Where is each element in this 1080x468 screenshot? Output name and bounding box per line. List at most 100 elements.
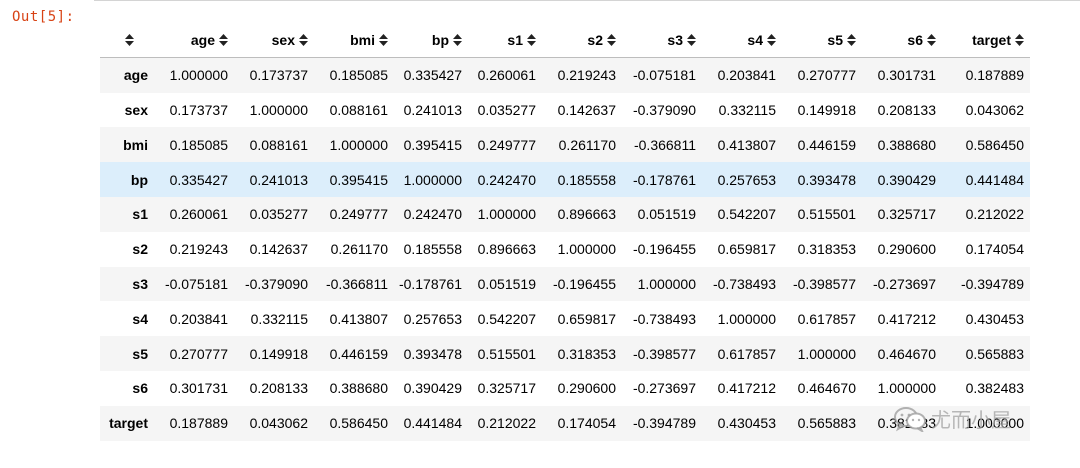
table-cell: -0.366811 <box>633 136 696 153</box>
sort-icon[interactable] <box>219 34 228 47</box>
table-cell: 1.000000 <box>877 380 936 397</box>
table-cell: 0.390429 <box>403 380 462 397</box>
table-row-bp[interactable]: bp 0.335427 0.241013 0.395415 1.000000 0.2424… <box>100 162 1030 197</box>
table-cell: 0.185558 <box>557 171 616 188</box>
table-cell: 0.185085 <box>329 67 388 84</box>
column-header-label: bmi <box>350 32 375 49</box>
table-cell: 0.185085 <box>169 136 228 153</box>
sort-icon[interactable] <box>607 34 616 47</box>
table-cell: 0.413807 <box>329 310 388 327</box>
table-cell: 0.260061 <box>169 206 228 223</box>
sort-icon[interactable] <box>299 34 308 47</box>
table-cell: 0.332115 <box>718 101 776 118</box>
table-cell: 0.290600 <box>557 380 616 397</box>
sort-icon[interactable] <box>453 34 462 47</box>
table-row-target[interactable]: target 0.187889 0.043062 0.586450 0.441484 0.… <box>100 405 1030 441</box>
table-cell: 0.173737 <box>249 67 308 84</box>
table-cell: 0.261170 <box>330 241 388 258</box>
table-cell: 0.395415 <box>403 136 462 153</box>
column-header-label: s2 <box>587 32 603 49</box>
column-header-s4[interactable]: s4 <box>702 23 782 59</box>
table-cell: 0.586450 <box>965 136 1024 153</box>
sort-icon[interactable] <box>927 34 936 47</box>
row-label: s6 <box>132 380 148 397</box>
table-cell: 0.187889 <box>965 67 1024 84</box>
table-cell: 0.149918 <box>249 345 308 362</box>
column-header-label: s4 <box>747 32 763 49</box>
table-cell: 0.446159 <box>329 345 388 362</box>
table-cell: 0.617857 <box>717 345 776 362</box>
table-cell: 0.290600 <box>877 241 936 258</box>
table-cell: 1.000000 <box>329 136 388 153</box>
table-cell: 0.249777 <box>329 206 388 223</box>
table-row-s4[interactable]: s4 0.203841 0.332115 0.413807 0.257653 0.5422… <box>100 301 1030 337</box>
row-label: age <box>123 67 148 84</box>
table-cell: 0.149918 <box>797 101 856 118</box>
table-cell: 0.257653 <box>403 310 462 327</box>
table-cell: 0.212022 <box>477 415 536 432</box>
table-cell: 0.043062 <box>249 415 308 432</box>
table-row-bmi[interactable]: bmi 0.185085 0.088161 1.000000 0.395415 0.249… <box>100 127 1030 163</box>
table-cell: 0.417212 <box>717 380 776 397</box>
table-cell: 0.174054 <box>965 241 1024 258</box>
table-cell: 0.464670 <box>797 380 856 397</box>
table-cell: 0.174054 <box>557 415 616 432</box>
table-cell: -0.075181 <box>632 67 696 84</box>
table-cell: -0.738493 <box>632 310 696 327</box>
table-cell: 0.318353 <box>557 345 616 362</box>
sort-icon[interactable] <box>767 34 776 47</box>
table-row-s1[interactable]: s1 0.260061 0.035277 0.249777 0.242470 1.0000… <box>100 196 1030 232</box>
sort-icon[interactable] <box>124 34 134 47</box>
table-cell: -0.398577 <box>792 275 856 292</box>
sort-icon[interactable] <box>379 34 388 47</box>
column-header-bp[interactable]: bp <box>394 23 468 59</box>
table-cell: 0.208133 <box>249 380 308 397</box>
row-label: bmi <box>123 136 148 153</box>
sort-icon[interactable] <box>687 34 696 47</box>
table-cell: 1.000000 <box>403 171 462 188</box>
table-row-s2[interactable]: s2 0.219243 0.142637 0.261170 0.185558 0.8966… <box>100 231 1030 267</box>
table-cell: 0.617857 <box>797 310 856 327</box>
column-header-s6[interactable]: s6 <box>862 23 942 59</box>
sort-icon[interactable] <box>527 34 536 47</box>
table-cell: 0.430453 <box>965 310 1024 327</box>
table-row-s5[interactable]: s5 0.270777 0.149918 0.446159 0.393478 0.5155… <box>100 336 1030 371</box>
column-header-s1[interactable]: s1 <box>468 23 542 59</box>
table-cell: 1.000000 <box>557 241 616 258</box>
sort-icon[interactable] <box>847 34 856 47</box>
column-header-bmi[interactable]: bmi <box>314 23 394 59</box>
table-row-sex[interactable]: sex 0.173737 1.000000 0.088161 0.241013 0.035… <box>100 92 1030 128</box>
table-cell: -0.398577 <box>632 345 696 362</box>
column-header-s5[interactable]: s5 <box>782 23 862 59</box>
row-label: s4 <box>132 310 148 327</box>
column-header-target[interactable]: target <box>942 23 1030 59</box>
row-label: s2 <box>132 241 148 258</box>
table-cell: 0.203841 <box>717 67 776 84</box>
row-label: target <box>109 415 148 432</box>
sort-icon[interactable] <box>1015 34 1024 47</box>
table-cell: 0.035277 <box>477 101 536 118</box>
column-header-label: s5 <box>827 32 843 49</box>
table-cell: 0.242470 <box>403 206 462 223</box>
column-header-s3[interactable]: s3 <box>622 23 702 59</box>
table-cell: 0.051519 <box>637 206 696 223</box>
table-cell: 0.142637 <box>557 101 616 118</box>
table-row-s6[interactable]: s6 0.301731 0.208133 0.388680 0.390429 0.3257… <box>100 370 1030 406</box>
table-cell: -0.273697 <box>632 380 696 397</box>
row-label: sex <box>124 101 148 118</box>
index-header[interactable] <box>100 23 154 59</box>
table-cell: 0.260061 <box>477 67 536 84</box>
table-cell: 0.335427 <box>169 171 228 188</box>
table-cell: 0.896663 <box>477 241 536 258</box>
table-cell: 0.441484 <box>965 171 1024 188</box>
table-row-age[interactable]: age 1.000000 0.173737 0.185085 0.335427 0.260… <box>100 57 1030 93</box>
table-row-s3[interactable]: s3 -0.075181 -0.379090 -0.366811 -0.178761 0.… <box>100 266 1030 302</box>
column-header-s2[interactable]: s2 <box>542 23 622 59</box>
table-cell: 0.332115 <box>250 310 308 327</box>
table-cell: 0.390429 <box>877 171 936 188</box>
output-top-rule <box>94 0 1080 1</box>
column-header-age[interactable]: age <box>154 23 234 59</box>
table-cell: 0.417212 <box>877 310 936 327</box>
table-cell: 0.388680 <box>877 136 936 153</box>
column-header-sex[interactable]: sex <box>234 23 314 59</box>
